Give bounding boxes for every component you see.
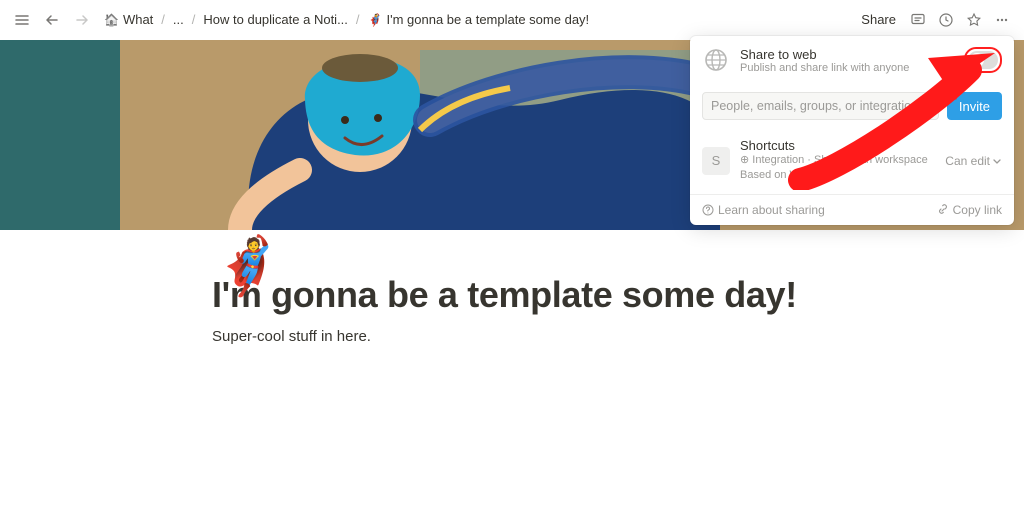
star-icon[interactable]: [962, 8, 986, 32]
shortcut-subtitle: ⊕ Integration · Shared with workspace Ba…: [740, 153, 935, 184]
globe-icon: [702, 46, 730, 74]
learn-about-sharing-link[interactable]: Learn about sharing: [702, 203, 825, 217]
share-to-web-subtitle: Publish and share link with anyone: [740, 62, 954, 74]
breadcrumb-item[interactable]: How to duplicate a Noti...: [199, 10, 352, 29]
link-icon: [937, 204, 949, 216]
shortcut-title: Shortcuts: [740, 138, 935, 153]
breadcrumb-label: What: [123, 12, 153, 27]
page-content: 🦸 I'm gonna be a template some day! Supe…: [152, 274, 872, 345]
hero-icon: 🦸: [368, 13, 383, 27]
topbar: 🏠 What / ... / How to duplicate a Noti..…: [0, 0, 1024, 40]
share-to-web-row: Share to web Publish and share link with…: [690, 36, 1014, 84]
hero-emoji-icon: 🦸: [213, 238, 283, 294]
hamburger-menu-icon[interactable]: [10, 8, 34, 32]
page-icon[interactable]: 🦸: [212, 230, 284, 302]
forward-icon[interactable]: [70, 8, 94, 32]
breadcrumb-item[interactable]: 🦸 I'm gonna be a template some day!: [364, 10, 594, 29]
home-icon: 🏠: [104, 13, 119, 27]
share-to-web-toggle[interactable]: [968, 51, 998, 69]
breadcrumb-separator: /: [161, 12, 165, 27]
breadcrumb-separator: /: [356, 12, 360, 27]
copy-link-button[interactable]: Copy link: [937, 203, 1002, 217]
permission-dropdown[interactable]: Can edit: [945, 154, 1002, 168]
annotation-highlight: [964, 47, 1002, 73]
help-icon: [702, 204, 714, 216]
share-popover: Share to web Publish and share link with…: [690, 36, 1014, 225]
breadcrumb: 🏠 What / ... / How to duplicate a Noti..…: [100, 10, 849, 29]
topbar-right: Share: [855, 8, 1014, 32]
shortcut-row: S Shortcuts ⊕ Integration · Shared with …: [690, 128, 1014, 194]
invite-row: Invite: [690, 84, 1014, 128]
breadcrumb-label: How to duplicate a Noti...: [203, 12, 348, 27]
page-body-text[interactable]: Super-cool stuff in here.: [212, 328, 812, 345]
invite-button[interactable]: Invite: [947, 92, 1002, 120]
share-to-web-title: Share to web: [740, 47, 954, 62]
breadcrumb-item[interactable]: 🏠 What: [100, 10, 157, 29]
back-icon[interactable]: [40, 8, 64, 32]
shortcut-badge: S: [702, 147, 730, 175]
breadcrumb-label: ...: [173, 12, 184, 27]
share-button[interactable]: Share: [855, 8, 902, 31]
comments-icon[interactable]: [906, 8, 930, 32]
chevron-down-icon: [992, 156, 1002, 166]
shortcut-based-on-link[interactable]: What: [790, 169, 816, 181]
popover-footer: Learn about sharing Copy link: [690, 194, 1014, 225]
clock-icon[interactable]: [934, 8, 958, 32]
breadcrumb-item[interactable]: ...: [169, 10, 188, 29]
invite-input[interactable]: [702, 92, 939, 120]
page-title[interactable]: I'm gonna be a template some day!: [212, 274, 812, 316]
breadcrumb-separator: /: [192, 12, 196, 27]
more-icon[interactable]: [990, 8, 1014, 32]
breadcrumb-label: I'm gonna be a template some day!: [387, 12, 590, 27]
